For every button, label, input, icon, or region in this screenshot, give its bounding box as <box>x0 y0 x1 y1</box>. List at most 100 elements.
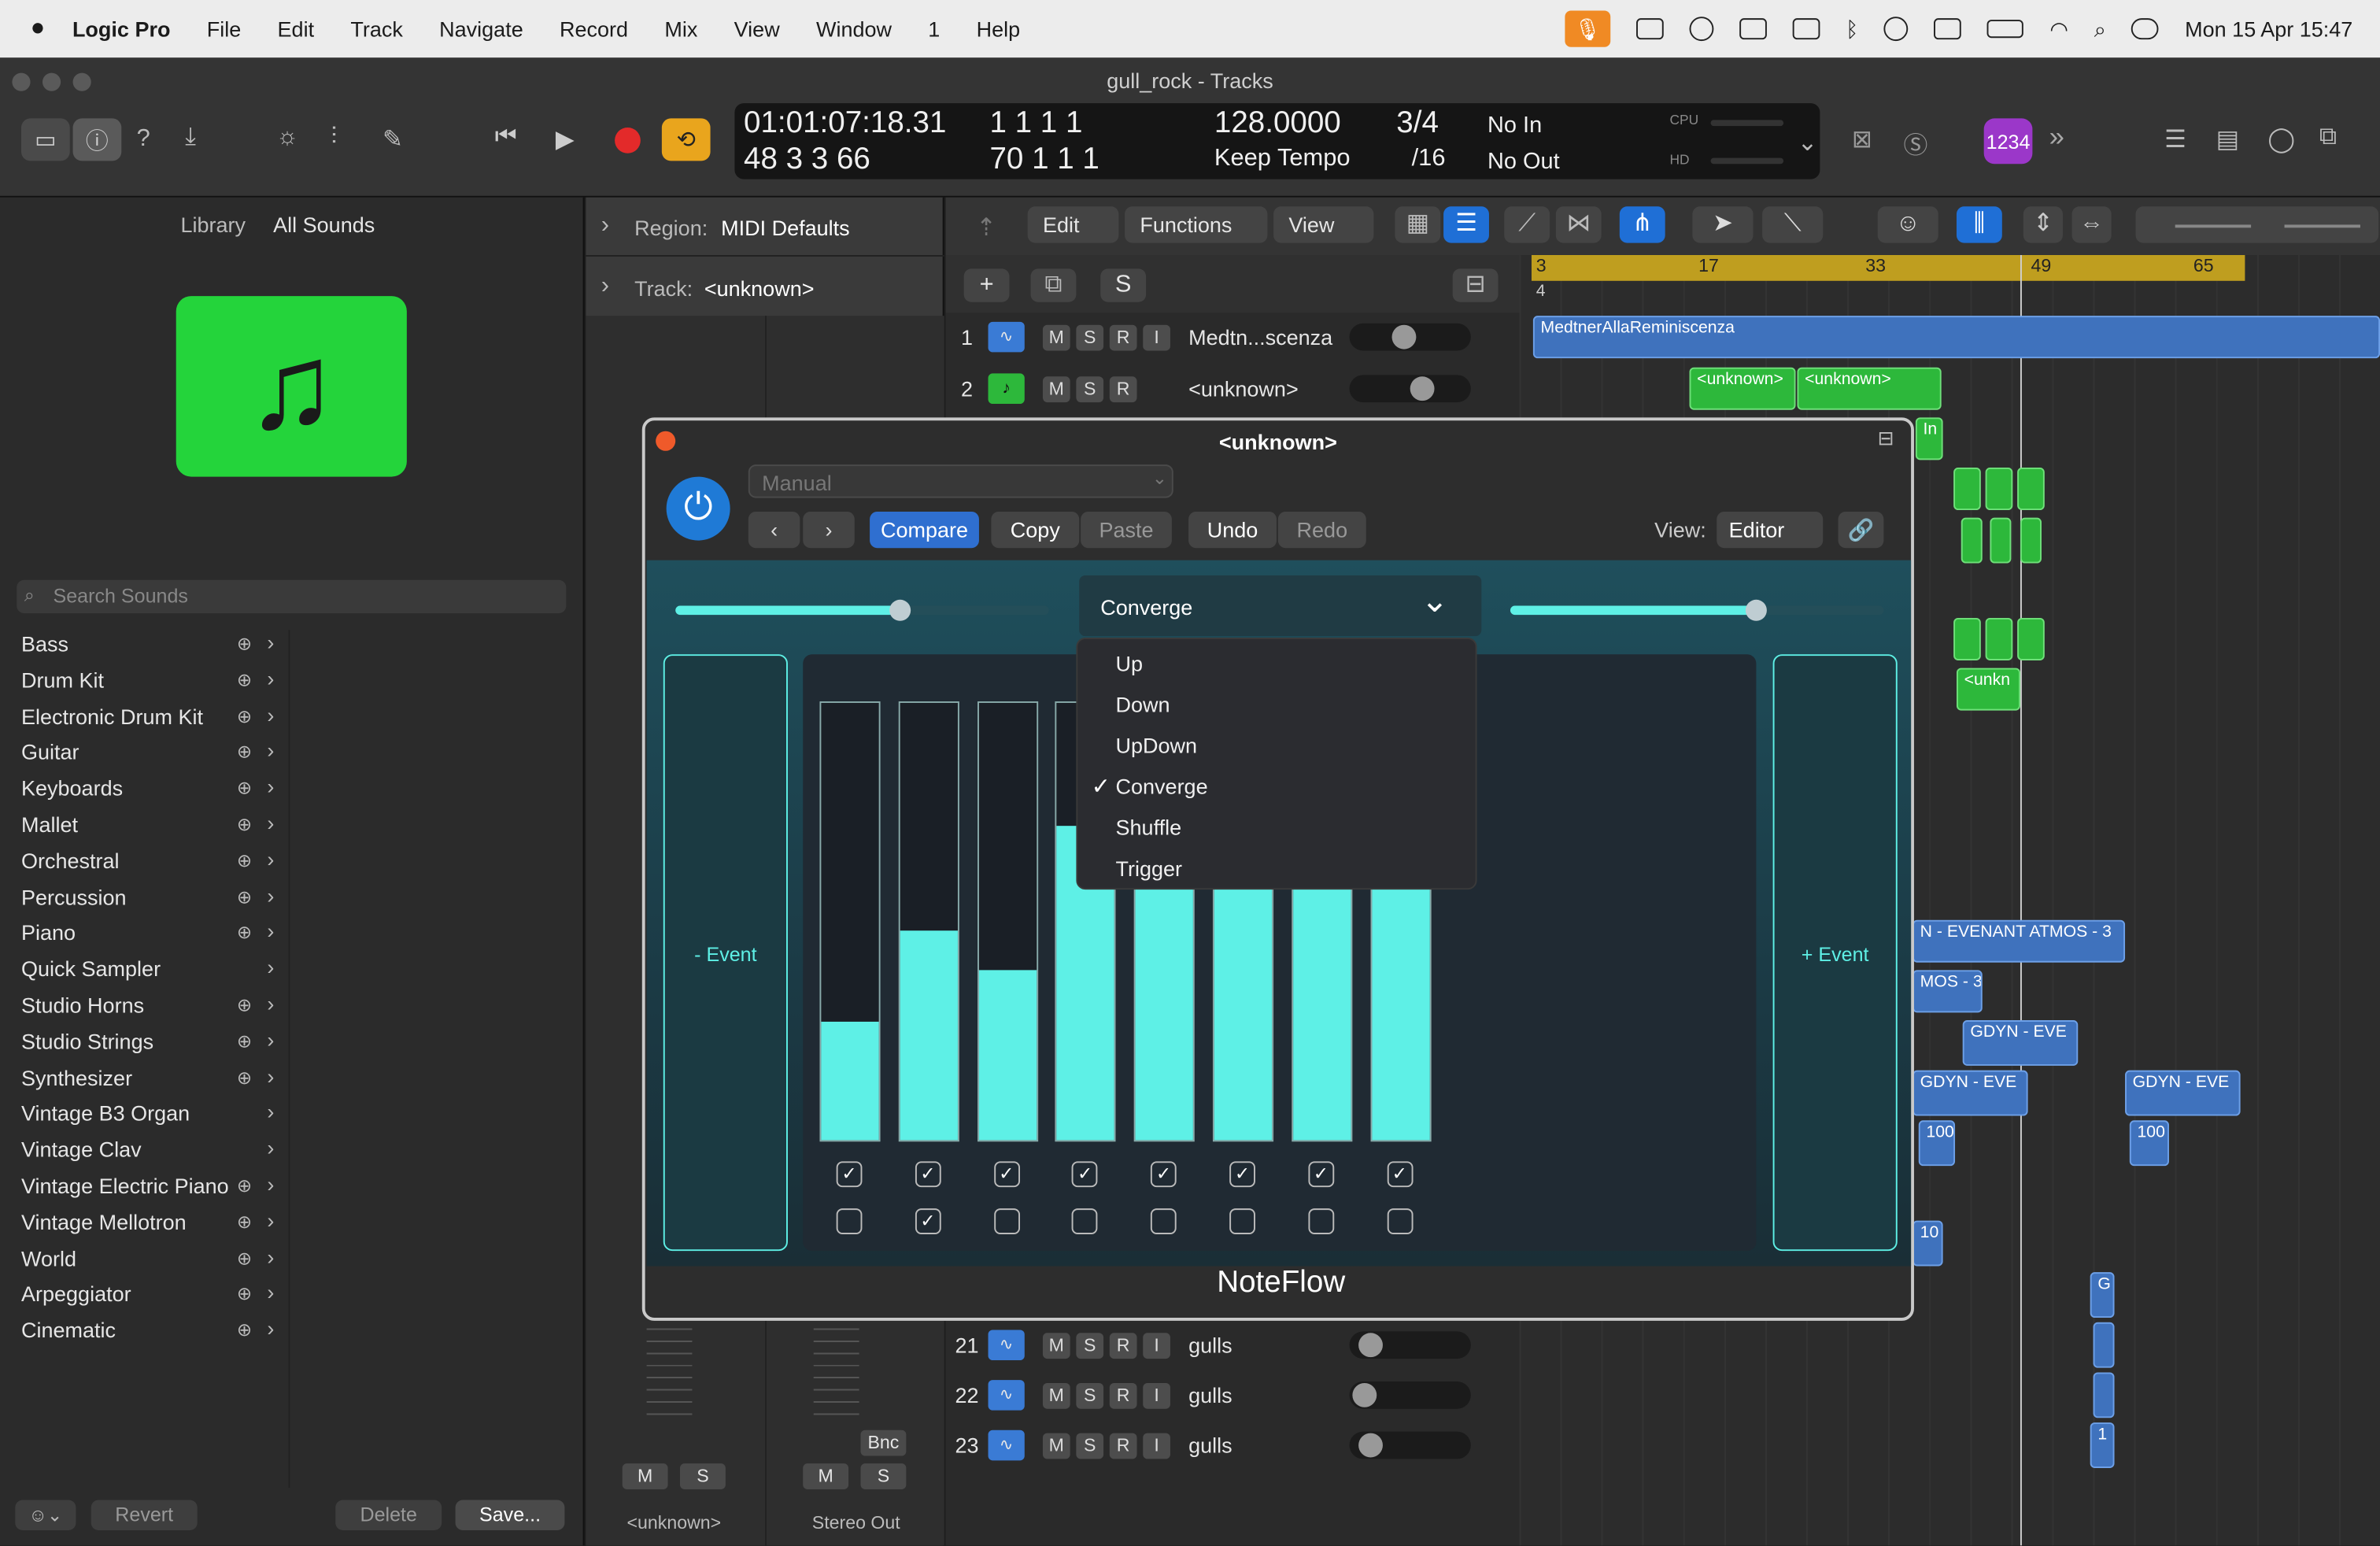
functions-menu-button[interactable]: Functions <box>1125 206 1268 243</box>
clock[interactable]: Mon 15 Apr 15:47 <box>2185 17 2352 41</box>
volume-slider[interactable] <box>1349 1381 1471 1409</box>
record-enable-button[interactable]: R <box>1109 375 1137 402</box>
audio-region[interactable] <box>2093 1322 2115 1368</box>
checkmark-circle-icon[interactable] <box>1689 17 1714 42</box>
automation-icon[interactable]: ⟋ <box>1504 206 1550 243</box>
mode-option-trigger[interactable]: Trigger <box>1116 856 1183 881</box>
audio-region[interactable]: GDYN - EVE <box>1913 1070 2028 1116</box>
help-icon[interactable]: ? <box>137 126 150 153</box>
audio-region[interactable]: N - EVENANT ATMOS - 3 <box>1913 919 2126 963</box>
download-icon[interactable]: ⊕ <box>237 886 252 908</box>
menu-edit[interactable]: Edit <box>278 17 315 41</box>
search-input[interactable]: Search Sounds <box>17 579 567 614</box>
apple-icon[interactable]: ● <box>31 15 46 43</box>
global-solo-button[interactable]: S <box>1100 268 1147 302</box>
step-tie-checkbox[interactable] <box>836 1208 863 1234</box>
midi-region[interactable] <box>1961 517 1983 564</box>
download-icon[interactable]: ⊕ <box>237 814 252 835</box>
copy-button[interactable]: Copy <box>991 511 1080 549</box>
record-icon[interactable] <box>615 128 641 153</box>
track-row[interactable]: 21 ∿ MSRI gulls <box>946 1321 1520 1370</box>
library-category[interactable]: Orchestral <box>21 849 120 873</box>
solo-button[interactable]: S <box>1076 324 1104 350</box>
chevron-right-icon[interactable]: › <box>267 1316 274 1341</box>
screen-mirror-icon[interactable] <box>1934 18 1962 40</box>
track-row[interactable]: 1 ∿ MSRI Medtn...scenza <box>946 313 1520 361</box>
undo-button[interactable]: Undo <box>1188 511 1277 549</box>
volume-slider[interactable] <box>1349 323 1471 351</box>
audio-region[interactable]: MedtnerAllaReminiscenza <box>1532 316 2380 359</box>
library-category[interactable]: Percussion <box>21 885 127 909</box>
library-actions-icon[interactable]: ☺⌄ <box>15 1500 76 1531</box>
track-row[interactable]: 23 ∿ MSRI gulls <box>946 1421 1520 1470</box>
library-filter[interactable]: All Sounds <box>273 213 375 237</box>
library-category[interactable]: Vintage Electric Piano <box>21 1174 229 1198</box>
rewind-icon[interactable]: ⏮ <box>495 124 517 152</box>
library-category[interactable]: Guitar <box>21 740 79 764</box>
input-monitor-button[interactable]: I <box>1143 324 1170 350</box>
mode-option-down[interactable]: Down <box>1116 692 1170 716</box>
record-enable-button[interactable]: R <box>1109 324 1137 350</box>
download-icon[interactable]: ⊕ <box>237 669 252 690</box>
library-category[interactable]: Studio Horns <box>21 993 144 1017</box>
list-view-icon[interactable]: ☰ <box>1443 206 1489 243</box>
chevron-right-icon[interactable]: › <box>267 991 274 1015</box>
download-icon[interactable]: ⊕ <box>237 1175 252 1196</box>
menu-track[interactable]: Track <box>350 17 403 41</box>
track-name[interactable]: <unknown> <box>1188 376 1349 401</box>
cube-icon[interactable] <box>1636 18 1664 40</box>
cycle-region[interactable] <box>1531 255 2245 281</box>
library-category[interactable]: Vintage B3 Organ <box>21 1101 190 1126</box>
region-value[interactable]: MIDI Defaults <box>721 216 850 240</box>
download-icon[interactable]: ⊕ <box>237 922 252 943</box>
step-enable-checkbox[interactable]: ✓ <box>1229 1161 1255 1188</box>
midi-region[interactable] <box>2017 617 2045 660</box>
chevron-right-icon[interactable]: › <box>267 738 274 763</box>
play-circle-icon[interactable] <box>1884 17 1909 42</box>
download-icon[interactable]: ⊕ <box>237 1248 252 1269</box>
audio-region[interactable]: GDYN - EVE <box>2125 1070 2241 1116</box>
collapse-icon[interactable]: ⊟ <box>1452 268 1499 302</box>
solo-button[interactable]: S <box>1076 375 1104 402</box>
download-icon[interactable]: ⊕ <box>237 850 252 871</box>
library-category[interactable]: Piano <box>21 920 76 945</box>
record-enable-button[interactable]: R <box>1109 1332 1137 1359</box>
step-enable-checkbox[interactable]: ✓ <box>993 1161 1020 1188</box>
previous-preset-icon[interactable]: ‹ <box>748 511 800 549</box>
mute-button[interactable]: M <box>1042 1432 1070 1459</box>
right-slider-knob[interactable] <box>1746 599 1768 621</box>
record-enable-button[interactable]: R <box>1109 1381 1137 1408</box>
midi-region[interactable] <box>2020 517 2042 564</box>
library-category[interactable]: Synthesizer <box>21 1065 132 1089</box>
step-velocity-bar[interactable] <box>819 701 881 1142</box>
close-box-icon[interactable]: ⊠ <box>1852 124 1872 155</box>
mute-button[interactable]: M <box>622 1463 668 1489</box>
microphone-icon[interactable]: 🎙 <box>1565 10 1611 47</box>
menu-record[interactable]: Record <box>560 17 628 41</box>
download-icon[interactable]: ⊕ <box>237 994 252 1015</box>
download-icon[interactable]: ⊕ <box>237 1283 252 1304</box>
paste-button[interactable]: Paste <box>1081 511 1172 549</box>
download-icon[interactable]: ⊕ <box>237 633 252 654</box>
view-select[interactable]: Editor <box>1717 511 1824 549</box>
vertical-zoom-slider[interactable] <box>2175 224 2252 228</box>
step-enable-checkbox[interactable]: ✓ <box>1308 1161 1334 1188</box>
chevron-right-icon[interactable]: › <box>267 702 274 727</box>
download-icon[interactable]: ⊕ <box>237 1319 252 1341</box>
library-category[interactable]: Quick Sampler <box>21 956 161 981</box>
download-icon[interactable]: ⊕ <box>237 1030 252 1052</box>
mode-option-shuffle[interactable]: Shuffle <box>1116 816 1182 840</box>
midi-region[interactable]: <unkn <box>1956 668 2020 711</box>
library-category[interactable]: Cinematic <box>21 1318 116 1342</box>
download-icon[interactable]: ⊕ <box>237 705 252 727</box>
vertical-fit-icon[interactable]: ⇕ <box>2023 206 2063 243</box>
mute-button[interactable]: M <box>1042 1381 1070 1408</box>
chevron-right-icon[interactable]: › <box>267 630 274 654</box>
chevron-right-icon[interactable]: › <box>267 1027 274 1052</box>
snap-icon[interactable]: ⋔ <box>1619 206 1665 243</box>
midi-region[interactable]: In <box>1915 417 1943 460</box>
lcd-display[interactable]: 01:01:07:18.31 48 3 3 66 1 1 1 1 70 1 1 … <box>734 103 1820 179</box>
chevron-right-icon[interactable]: › <box>267 1208 274 1233</box>
download-icon[interactable]: ⊕ <box>237 1211 252 1233</box>
track-row[interactable]: 2 ♪ MSR <unknown> <box>946 364 1520 413</box>
